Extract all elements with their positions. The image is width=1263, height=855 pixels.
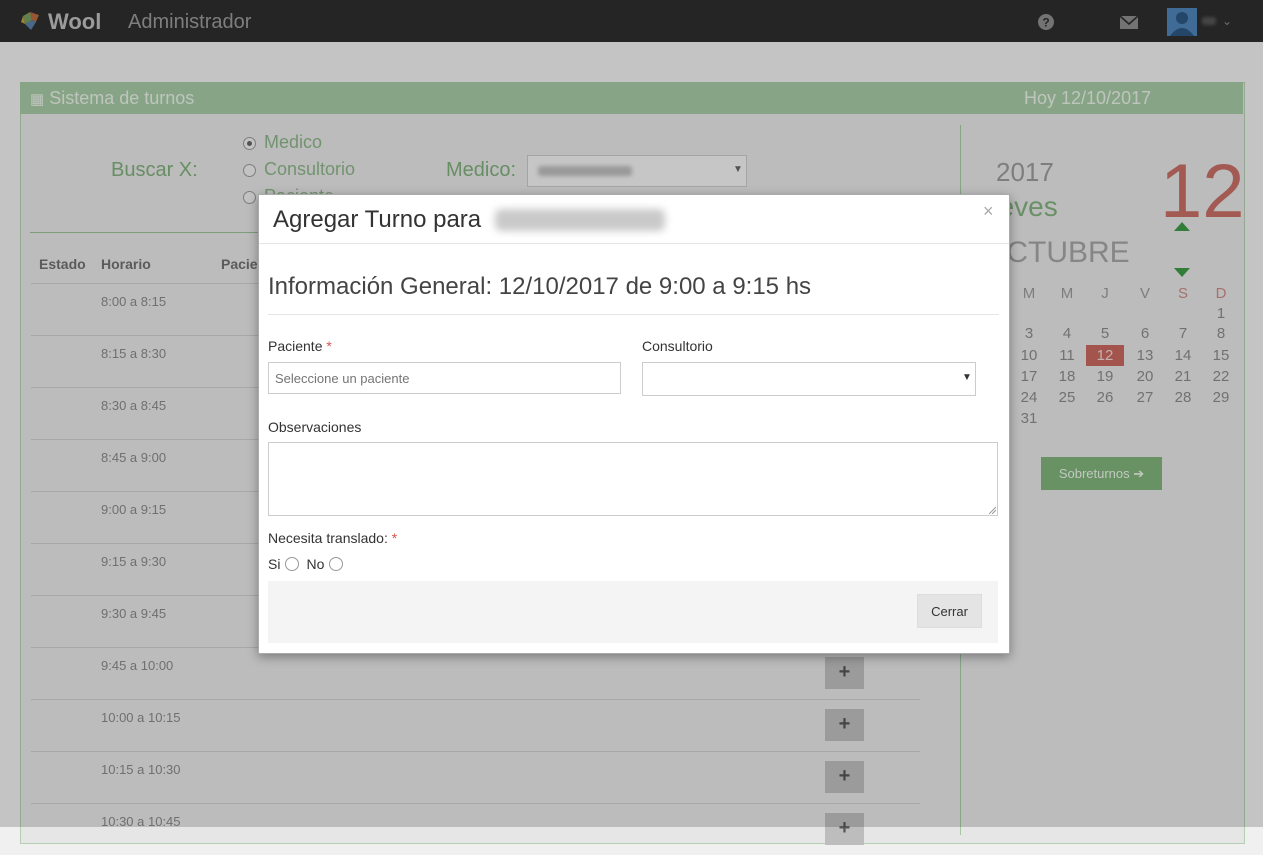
paciente-input[interactable] [268, 362, 621, 394]
no-label: No [306, 556, 325, 572]
no-radio[interactable] [329, 557, 344, 572]
cerrar-button[interactable]: Cerrar [917, 594, 982, 628]
resize-grip-icon[interactable] [988, 506, 996, 514]
modal-info-heading: Información General: 12/10/2017 de 9:00 … [268, 273, 812, 300]
modal-info-divider [268, 314, 999, 315]
modal-header-divider [259, 243, 1009, 244]
modal-title: Agregar Turno para [273, 206, 482, 233]
traslado-radio-group: Si No [268, 556, 350, 572]
close-icon[interactable]: × [983, 201, 994, 222]
required-mark: * [326, 338, 332, 354]
traslado-label: Necesita translado: * [268, 530, 398, 546]
observaciones-textarea[interactable] [268, 442, 998, 516]
modal-footer: Cerrar [268, 581, 998, 643]
si-label: Si [268, 556, 281, 572]
observaciones-label: Observaciones [268, 419, 362, 435]
required-mark: * [391, 530, 398, 546]
select-arrow-icon: ▼ [962, 372, 972, 383]
agregar-turno-modal: Agregar Turno para × Información General… [258, 194, 1010, 654]
si-radio[interactable] [285, 557, 300, 572]
consultorio-select[interactable] [642, 362, 976, 396]
paciente-label: Paciente * [268, 338, 332, 354]
consultorio-label: Consultorio [642, 338, 713, 354]
modal-title-name-blurred [495, 209, 665, 231]
